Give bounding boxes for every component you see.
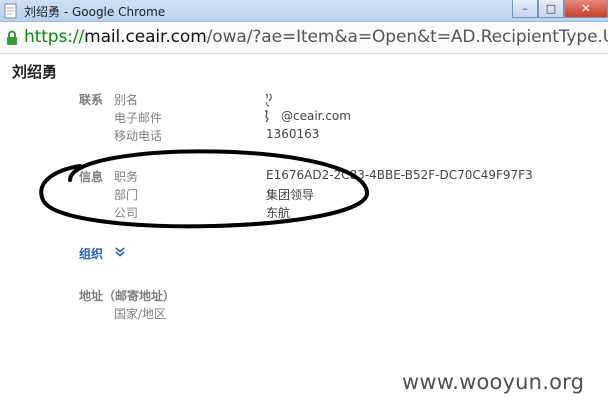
field-label-department: 部门 <box>114 188 139 202</box>
redacted-mark <box>265 93 272 107</box>
maximize-button[interactable]: □ <box>538 0 564 18</box>
url-scheme: https:// <box>24 27 85 47</box>
section-label-address: 地址（邮寄地址） <box>79 289 176 303</box>
field-value-company: 东航 <box>266 206 291 220</box>
close-button[interactable]: ✕ <box>564 0 608 18</box>
field-label-email: 电子邮件 <box>114 111 163 125</box>
chevron-down-icon[interactable] <box>114 246 126 258</box>
url-path: /owa/?ae=Item&a=Open&t=AD.RecipientType.… <box>206 27 608 47</box>
field-value-email[interactable]: @ceair.com <box>281 109 351 123</box>
lock-icon <box>7 30 17 45</box>
field-value-mobile: 1360163 <box>266 127 320 141</box>
field-label-title: 职务 <box>114 170 139 184</box>
field-value-department: 集团领导 <box>266 188 315 202</box>
section-label-contact: 联系 <box>79 93 104 107</box>
org-section-toggle[interactable]: 组织 <box>79 245 103 262</box>
url-host: mail.ceair.com <box>84 27 207 47</box>
section-label-info: 信息 <box>79 170 104 184</box>
field-label-mobile: 移动电话 <box>114 129 163 143</box>
minimize-button[interactable]: – <box>512 0 538 18</box>
contact-name: 刘绍勇 <box>12 63 58 81</box>
url-text[interactable]: https://mail.ceair.com/owa/?ae=Item&a=Op… <box>24 27 608 47</box>
address-bar[interactable]: https://mail.ceair.com/owa/?ae=Item&a=Op… <box>0 22 608 54</box>
page-icon <box>4 3 17 19</box>
field-label-company: 公司 <box>114 206 139 220</box>
window-titlebar: 刘绍勇 - Google Chrome – □ ✕ <box>0 0 608 22</box>
watermark: www.wooyun.org <box>402 370 585 394</box>
field-label-alias: 别名 <box>114 93 139 107</box>
field-value-title: E1676AD2-2C83-4BBE-B52F-DC70C49F97F3 <box>266 168 533 182</box>
annotation-ellipse <box>39 149 370 229</box>
window-title: 刘绍勇 - Google Chrome <box>24 5 166 19</box>
redacted-mark <box>265 110 269 123</box>
field-label-country: 国家/地区 <box>114 307 167 321</box>
window-controls: – □ ✕ <box>512 0 608 20</box>
